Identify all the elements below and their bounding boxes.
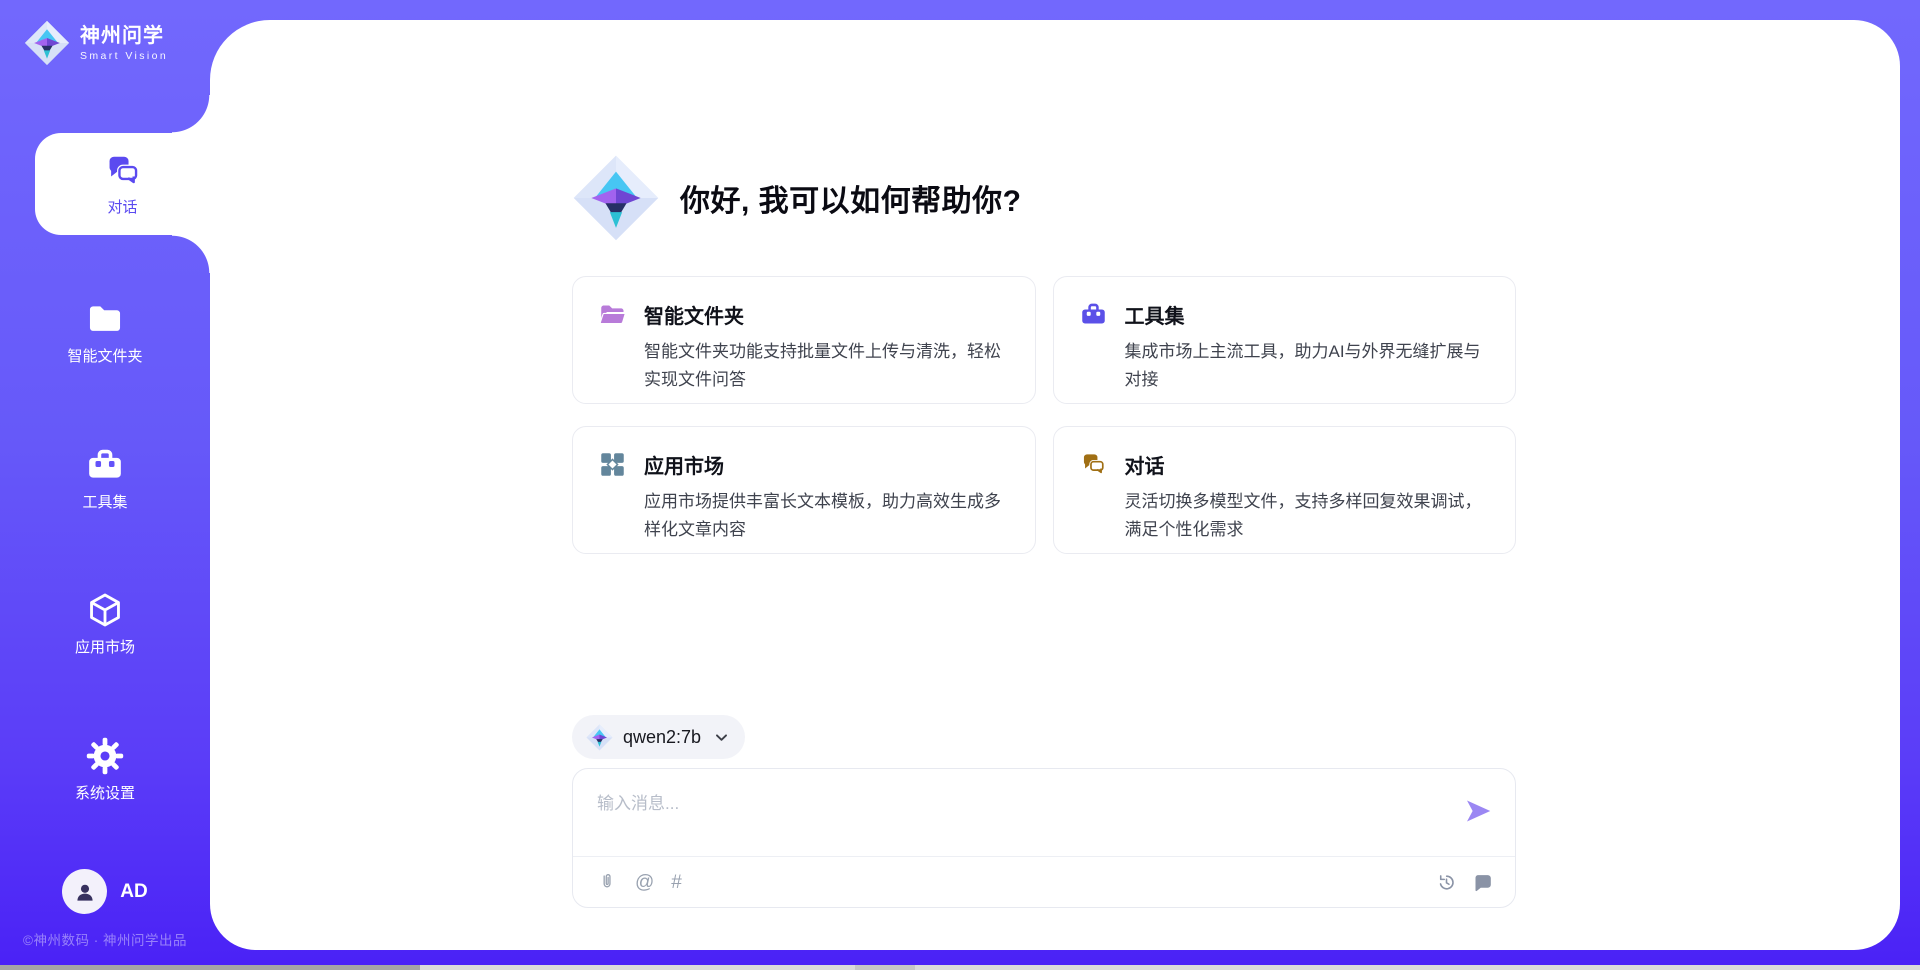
sidebar: 神州问学 Smart Vision 对话 智能文件夹 工具集 应用市场 系统设置… bbox=[0, 0, 210, 970]
avatar bbox=[62, 869, 107, 914]
person-icon bbox=[72, 879, 98, 905]
diamond-logo-icon bbox=[572, 154, 660, 242]
card-title: 应用市场 bbox=[644, 450, 724, 479]
chevron-down-icon bbox=[713, 729, 730, 746]
mention-icon[interactable]: @ bbox=[635, 872, 654, 893]
send-icon[interactable] bbox=[1463, 796, 1493, 826]
brand-logo: 神州问学 Smart Vision bbox=[24, 20, 168, 66]
horizontal-scrollbar[interactable] bbox=[0, 965, 1920, 970]
sidebar-item-label: 智能文件夹 bbox=[67, 345, 142, 366]
gear-icon bbox=[84, 737, 126, 775]
message-composer: @ # bbox=[572, 768, 1516, 908]
feature-cards: 智能文件夹 智能文件夹功能支持批量文件上传与清洗，轻松实现文件问答 工具集 集成… bbox=[572, 276, 1516, 554]
card-chat[interactable]: 对话 灵活切换多模型文件，支持多样回复效果调试，满足个性化需求 bbox=[1053, 426, 1517, 554]
card-description: 集成市场上主流工具，助力AI与外界无缝扩展与对接 bbox=[1125, 338, 1490, 394]
diamond-logo-icon bbox=[24, 20, 70, 66]
card-title: 工具集 bbox=[1125, 300, 1185, 329]
card-title: 智能文件夹 bbox=[644, 300, 744, 329]
main-content: 你好, 我可以如何帮助你? 智能文件夹 智能文件夹功能支持批量文件上传与清洗，轻… bbox=[572, 20, 1516, 950]
scrollbar-segment bbox=[855, 965, 915, 970]
card-title: 对话 bbox=[1125, 450, 1165, 479]
chat-icon bbox=[102, 152, 144, 190]
grid-icon bbox=[599, 451, 626, 478]
scrollbar-thumb[interactable] bbox=[0, 965, 420, 970]
main-panel: 你好, 我可以如何帮助你? 智能文件夹 智能文件夹功能支持批量文件上传与清洗，轻… bbox=[210, 20, 1900, 950]
greeting: 你好, 我可以如何帮助你? bbox=[572, 154, 1022, 242]
sidebar-item-chat[interactable]: 对话 bbox=[35, 133, 210, 235]
brand-title: 神州问学 bbox=[80, 25, 168, 47]
card-toolset[interactable]: 工具集 集成市场上主流工具，助力AI与外界无缝扩展与对接 bbox=[1053, 276, 1517, 404]
greeting-text: 你好, 我可以如何帮助你? bbox=[680, 176, 1022, 220]
sidebar-item-label: 应用市场 bbox=[75, 636, 135, 657]
message-input[interactable] bbox=[573, 769, 1433, 853]
chat-icon bbox=[1080, 451, 1107, 478]
user-name: AD bbox=[120, 881, 147, 903]
sidebar-item-app-market[interactable]: 应用市场 bbox=[0, 591, 210, 657]
folder-icon bbox=[84, 300, 126, 338]
user-profile[interactable]: AD bbox=[0, 869, 210, 914]
sidebar-item-label: 对话 bbox=[107, 196, 137, 217]
toolbox-icon bbox=[84, 446, 126, 484]
diamond-logo-icon bbox=[586, 724, 613, 751]
sidebar-item-label: 系统设置 bbox=[75, 782, 135, 803]
card-description: 灵活切换多模型文件，支持多样回复效果调试，满足个性化需求 bbox=[1125, 488, 1490, 544]
cube-icon bbox=[84, 591, 126, 629]
model-name: qwen2:7b bbox=[623, 727, 701, 748]
card-app-market[interactable]: 应用市场 应用市场提供丰富长文本模板，助力高效生成多样化文章内容 bbox=[572, 426, 1036, 554]
folder-open-icon bbox=[599, 301, 626, 328]
history-icon[interactable] bbox=[1436, 872, 1457, 893]
card-description: 智能文件夹功能支持批量文件上传与清洗，轻松实现文件问答 bbox=[644, 338, 1009, 394]
feedback-icon[interactable] bbox=[1472, 872, 1493, 893]
sidebar-item-smart-folder[interactable]: 智能文件夹 bbox=[0, 300, 210, 366]
sidebar-footer: ©神州数码 · 神州问学出品 bbox=[0, 929, 210, 949]
sidebar-item-label: 工具集 bbox=[82, 491, 127, 512]
composer-toolbar: @ # bbox=[597, 857, 1493, 908]
hashtag-icon[interactable]: # bbox=[671, 872, 682, 893]
toolbox-icon bbox=[1080, 301, 1107, 328]
card-smart-folder[interactable]: 智能文件夹 智能文件夹功能支持批量文件上传与清洗，轻松实现文件问答 bbox=[572, 276, 1036, 404]
brand-subtitle: Smart Vision bbox=[80, 50, 168, 62]
model-selector[interactable]: qwen2:7b bbox=[572, 715, 745, 759]
card-description: 应用市场提供丰富长文本模板，助力高效生成多样化文章内容 bbox=[644, 488, 1009, 544]
attachment-icon[interactable] bbox=[597, 872, 618, 893]
sidebar-item-system-settings[interactable]: 系统设置 bbox=[0, 737, 210, 803]
sidebar-item-toolset[interactable]: 工具集 bbox=[0, 446, 210, 512]
